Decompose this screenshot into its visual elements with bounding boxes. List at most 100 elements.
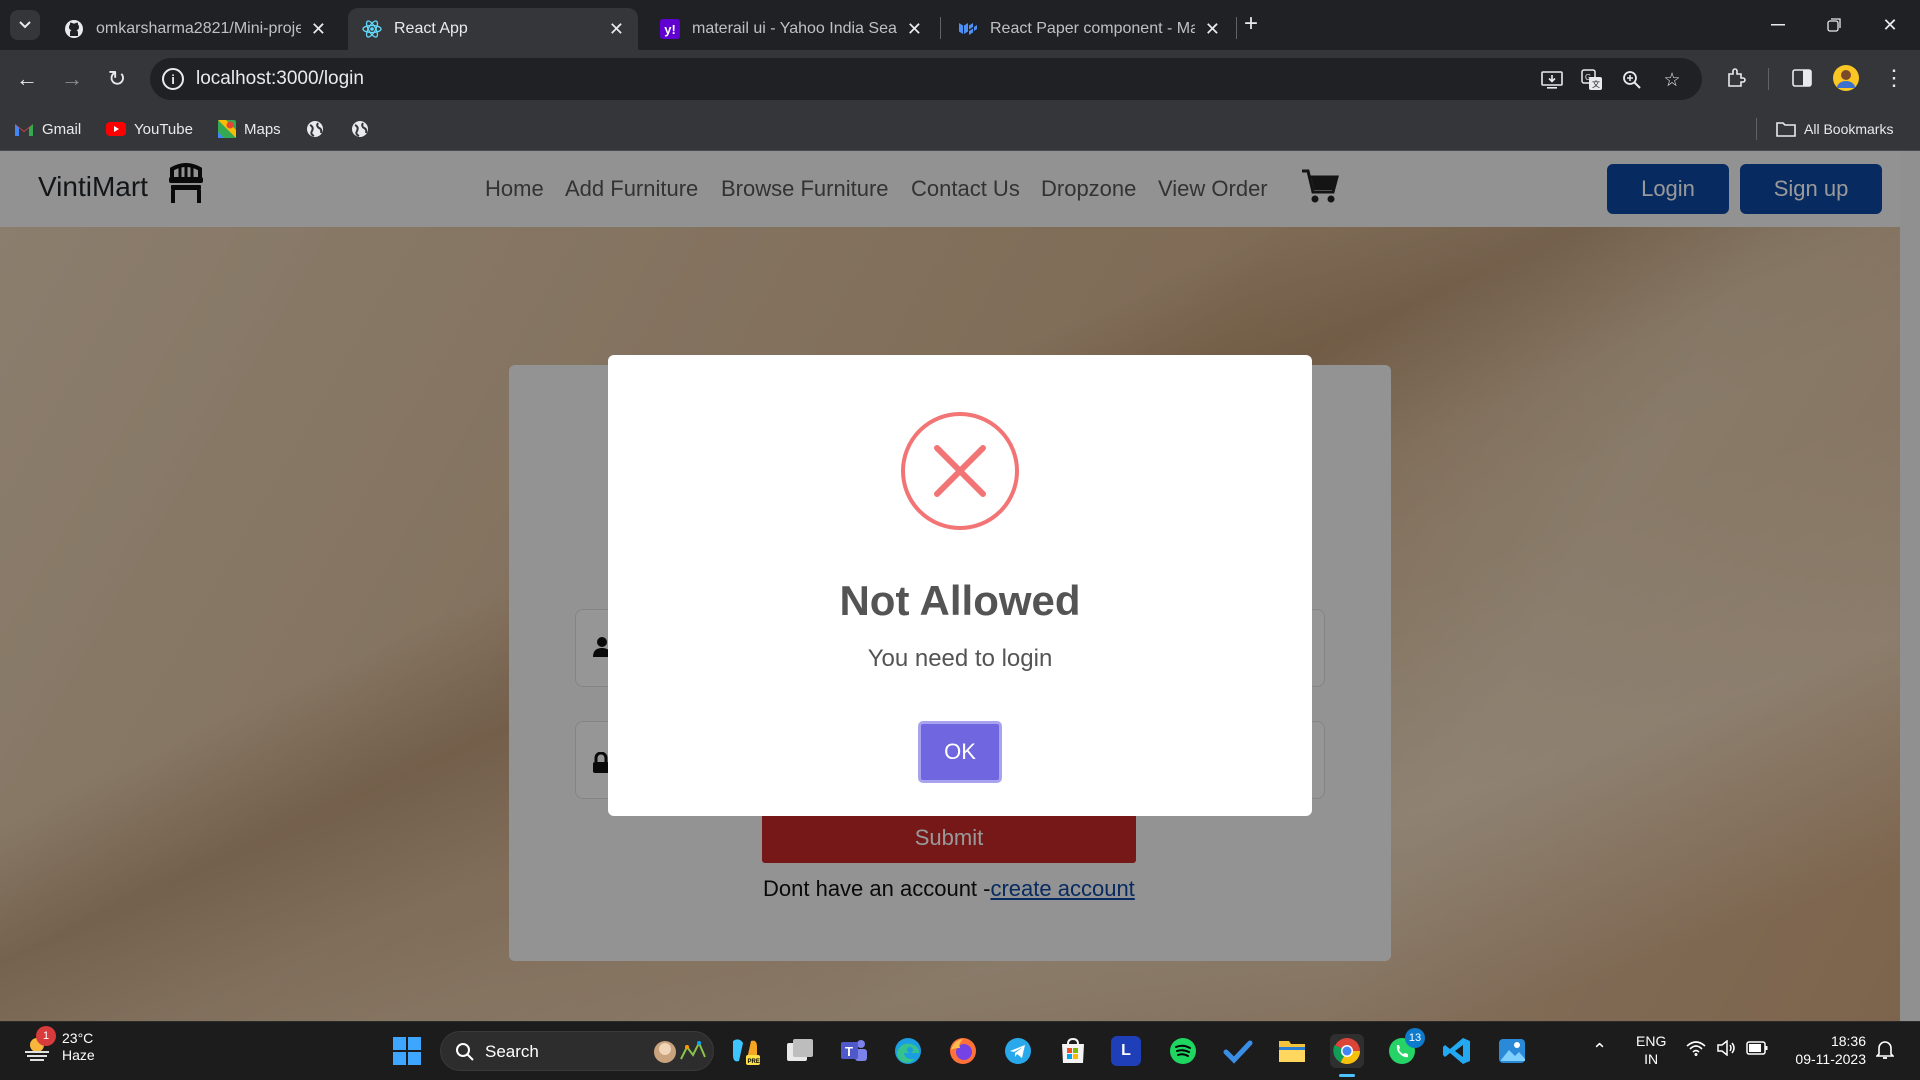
- tab-react-app[interactable]: React App ✕: [348, 8, 638, 50]
- weather-icon: 1: [22, 1026, 56, 1062]
- weather-temperature: 23°C: [62, 1030, 94, 1046]
- search-highlight-icon: [654, 1040, 706, 1063]
- bookmark-gmail[interactable]: Gmail: [14, 117, 81, 141]
- zoom-icon[interactable]: [1620, 68, 1644, 92]
- todo-icon[interactable]: [1221, 1034, 1255, 1068]
- task-view-icon[interactable]: [783, 1034, 817, 1068]
- search-icon: [456, 1043, 474, 1061]
- battery-icon[interactable]: [1746, 1041, 1768, 1058]
- reload-button[interactable]: ↻: [102, 64, 132, 94]
- site-info-icon[interactable]: i: [162, 68, 184, 90]
- spotify-icon[interactable]: [1166, 1034, 1200, 1068]
- tab-search-button[interactable]: [10, 10, 40, 40]
- tab-github[interactable]: omkarsharma2821/Mini-project ✕: [50, 8, 340, 50]
- l-app-icon[interactable]: L: [1111, 1036, 1141, 1066]
- weather-condition: Haze: [62, 1047, 95, 1063]
- windows-taskbar: 1 23°C Haze Search PRE T L 13 ⌃ ENG IN 1…: [0, 1021, 1920, 1080]
- file-explorer-icon[interactable]: [1275, 1034, 1309, 1068]
- all-bookmarks-label: All Bookmarks: [1804, 121, 1894, 137]
- arrow-left-icon: ←: [16, 66, 38, 91]
- back-button[interactable]: ←: [12, 64, 42, 94]
- vscode-icon[interactable]: [1440, 1034, 1474, 1068]
- translate-icon[interactable]: G文: [1580, 68, 1604, 92]
- ok-button[interactable]: OK: [918, 721, 1002, 783]
- microsoft-store-icon[interactable]: [1056, 1034, 1090, 1068]
- whatsapp-icon[interactable]: 13: [1385, 1028, 1425, 1068]
- svg-text:T: T: [845, 1044, 853, 1059]
- all-bookmarks[interactable]: All Bookmarks: [1776, 117, 1893, 141]
- bookmark-label: Maps: [244, 120, 281, 138]
- react-icon: [362, 19, 382, 39]
- gmail-icon: [14, 122, 34, 137]
- teams-icon[interactable]: T: [837, 1034, 871, 1068]
- side-panel-icon[interactable]: [1788, 64, 1816, 92]
- mui-icon: [958, 19, 978, 39]
- youtube-icon: [106, 122, 126, 136]
- tab-separator: [940, 17, 941, 39]
- wifi-icon[interactable]: [1686, 1040, 1706, 1059]
- url-text[interactable]: localhost:3000/login: [196, 68, 364, 90]
- tab-yahoo[interactable]: y! materail ui - Yahoo India Search ✕: [646, 8, 936, 50]
- language-indicator[interactable]: ENG IN: [1636, 1032, 1666, 1068]
- telegram-icon[interactable]: [1001, 1034, 1035, 1068]
- close-icon[interactable]: ✕: [1205, 19, 1220, 40]
- weather-badge: 1: [36, 1026, 56, 1046]
- active-app-indicator: [1339, 1074, 1355, 1077]
- browser-tab-bar: omkarsharma2821/Mini-project ✕ React App…: [0, 0, 1920, 50]
- globe-icon: [306, 120, 324, 138]
- browser-toolbar: ← → ↻ i localhost:3000/login G文 ☆ ⋮: [0, 50, 1920, 107]
- menu-kebab-icon[interactable]: ⋮: [1880, 64, 1908, 92]
- bookmark-label: YouTube: [134, 120, 193, 138]
- chrome-icon[interactable]: [1330, 1034, 1364, 1077]
- page-viewport: VintiMart Home Add Furniture Browse Furn…: [0, 151, 1920, 1021]
- clock[interactable]: 18:36 09-11-2023: [1786, 1032, 1866, 1068]
- svg-text:PRE: PRE: [748, 1059, 760, 1065]
- new-tab-button[interactable]: +: [1244, 12, 1258, 36]
- clock-date: 09-11-2023: [1795, 1051, 1866, 1067]
- install-app-icon[interactable]: [1540, 68, 1564, 92]
- photos-icon[interactable]: [1495, 1034, 1529, 1068]
- close-icon[interactable]: ✕: [907, 19, 922, 40]
- tab-title: React App: [394, 20, 468, 37]
- bookmark-youtube[interactable]: YouTube: [106, 117, 193, 141]
- copilot-icon[interactable]: PRE: [728, 1034, 762, 1068]
- notification-bell-icon[interactable]: [1875, 1040, 1895, 1063]
- taskbar-search[interactable]: Search: [440, 1031, 714, 1071]
- start-button[interactable]: [390, 1034, 424, 1068]
- tray-overflow-chevron-icon[interactable]: ⌃: [1592, 1040, 1607, 1061]
- close-icon: ✕: [1882, 14, 1898, 35]
- weather-widget[interactable]: 1 23°C Haze: [22, 1026, 95, 1064]
- tab-title: React Paper component - Mate: [990, 20, 1195, 37]
- bookmark-maps[interactable]: Maps: [218, 117, 281, 141]
- modal-title: Not Allowed: [839, 577, 1081, 624]
- bookmark-globe-1[interactable]: [306, 117, 332, 141]
- search-label: Search: [485, 1042, 539, 1061]
- window-close-button[interactable]: ✕: [1870, 10, 1910, 40]
- close-icon[interactable]: ✕: [311, 19, 326, 40]
- forward-button[interactable]: →: [57, 64, 87, 94]
- folder-icon: [1776, 121, 1796, 137]
- maps-icon: [218, 120, 236, 138]
- svg-text:文: 文: [1592, 79, 1600, 89]
- arrow-right-icon: →: [61, 66, 83, 91]
- restore-button[interactable]: [1814, 10, 1854, 40]
- toolbar-divider: [1768, 68, 1769, 90]
- language-bottom: IN: [1644, 1051, 1659, 1067]
- error-x-icon: [901, 412, 1019, 530]
- extensions-icon[interactable]: [1722, 64, 1750, 92]
- volume-icon[interactable]: [1716, 1039, 1736, 1059]
- bookmarks-bar: Gmail YouTube Maps All Bookmarks: [0, 107, 1920, 151]
- close-icon[interactable]: ✕: [609, 19, 624, 40]
- restore-icon: [1827, 18, 1841, 32]
- bookmark-star-icon[interactable]: ☆: [1660, 68, 1684, 92]
- profile-avatar[interactable]: [1832, 64, 1860, 92]
- minimize-button[interactable]: [1758, 10, 1798, 40]
- modal-overlay[interactable]: Not Allowed You need to login OK: [0, 151, 1920, 1021]
- tab-mui[interactable]: React Paper component - Mate ✕: [944, 8, 1234, 50]
- address-bar[interactable]: i localhost:3000/login G文 ☆: [150, 58, 1702, 100]
- windows-logo-icon: [393, 1037, 421, 1065]
- firefox-icon[interactable]: [946, 1034, 980, 1068]
- edge-icon[interactable]: [891, 1034, 925, 1068]
- bookmark-globe-2[interactable]: [351, 117, 377, 141]
- tab-title: omkarsharma2821/Mini-project: [96, 20, 301, 37]
